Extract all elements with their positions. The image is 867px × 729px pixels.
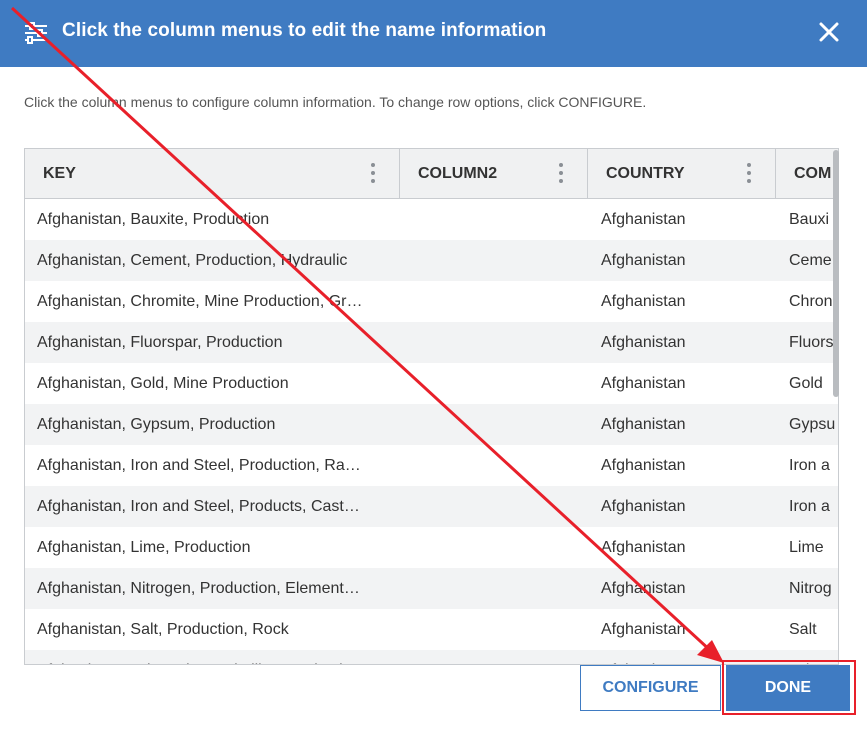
grid-body: Afghanistan, Bauxite, Production Afghani… bbox=[25, 199, 838, 664]
column-menu-icon[interactable] bbox=[745, 163, 753, 185]
cell-column2 bbox=[412, 363, 582, 404]
cell-key: Afghanistan, Nitrogen, Production, Eleme… bbox=[37, 580, 360, 597]
configure-button[interactable]: CONFIGURE bbox=[580, 665, 721, 711]
cell-column2 bbox=[412, 486, 582, 527]
cell-com: Iron a bbox=[789, 457, 830, 474]
cell-country: Afghanistan bbox=[601, 211, 686, 228]
table-row[interactable]: Afghanistan, Lime, Production Afghanista… bbox=[25, 527, 838, 568]
table-row[interactable]: Afghanistan, Iron and Steel, Production,… bbox=[25, 445, 838, 486]
column-header-key[interactable]: KEY bbox=[25, 149, 400, 199]
done-button[interactable]: DONE bbox=[726, 665, 850, 711]
column-menu-icon[interactable] bbox=[369, 163, 377, 185]
column-header-label: COLUMN2 bbox=[418, 165, 498, 182]
column-header-label: COUNTRY bbox=[606, 165, 685, 182]
cell-column2 bbox=[412, 568, 582, 609]
cell-column2 bbox=[412, 322, 582, 363]
table-row[interactable]: Afghanistan, Iron and Steel, Products, C… bbox=[25, 486, 838, 527]
cell-column2 bbox=[412, 445, 582, 486]
cell-key: Afghanistan, Gold, Mine Production bbox=[37, 375, 289, 392]
cell-country: Afghanistan bbox=[601, 416, 686, 433]
cell-country: Afghanistan bbox=[601, 457, 686, 474]
cell-column2 bbox=[412, 240, 582, 281]
table-row[interactable]: Afghanistan, Talc and pyrophyllite, Prod… bbox=[25, 650, 838, 664]
cell-com: Iron a bbox=[789, 498, 830, 515]
column-menu-icon[interactable] bbox=[557, 163, 565, 185]
cell-com: Talc bbox=[789, 650, 838, 664]
cell-com: Fluors bbox=[789, 334, 834, 351]
column-header-country[interactable]: COUNTRY bbox=[588, 149, 776, 199]
column-header-column2[interactable]: COLUMN2 bbox=[400, 149, 588, 199]
table-row[interactable]: Afghanistan, Salt, Production, Rock Afgh… bbox=[25, 609, 838, 650]
cell-com: Chron bbox=[789, 293, 833, 310]
instructions-text: Click the column menus to configure colu… bbox=[24, 94, 647, 110]
cell-column2 bbox=[412, 650, 582, 664]
table-row[interactable]: Afghanistan, Cement, Production, Hydraul… bbox=[25, 240, 838, 281]
data-grid: KEY COLUMN2 COUNTRY COM Afghanistan, Bau… bbox=[24, 148, 839, 665]
cell-country: Afghanistan bbox=[601, 621, 686, 638]
table-row[interactable]: Afghanistan, Fluorspar, Production Afgha… bbox=[25, 322, 838, 363]
cell-key: Afghanistan, Iron and Steel, Products, C… bbox=[37, 498, 360, 515]
column-header-com[interactable]: COM bbox=[776, 149, 838, 199]
cell-key: Afghanistan, Talc and pyrophyllite, Prod… bbox=[37, 650, 392, 664]
cell-key: Afghanistan, Salt, Production, Rock bbox=[37, 621, 289, 638]
cell-com: Bauxi bbox=[789, 211, 830, 228]
cell-country: Afghanistan bbox=[601, 293, 686, 310]
cell-country: Afghanistan bbox=[601, 650, 771, 664]
cell-column2 bbox=[412, 404, 582, 445]
cell-column2 bbox=[412, 281, 582, 322]
cell-country: Afghanistan bbox=[601, 252, 686, 269]
cell-country: Afghanistan bbox=[601, 375, 686, 392]
cell-key: Afghanistan, Fluorspar, Production bbox=[37, 334, 283, 351]
cell-com: Lime bbox=[789, 539, 824, 556]
cell-key: Afghanistan, Gypsum, Production bbox=[37, 416, 276, 433]
table-row[interactable]: Afghanistan, Gypsum, Production Afghanis… bbox=[25, 404, 838, 445]
cell-com: Nitrog bbox=[789, 580, 832, 597]
vertical-scrollbar[interactable] bbox=[833, 150, 839, 397]
table-row[interactable]: Afghanistan, Nitrogen, Production, Eleme… bbox=[25, 568, 838, 609]
close-icon[interactable] bbox=[816, 19, 842, 45]
sliders-icon bbox=[25, 22, 47, 44]
cell-com: Salt bbox=[789, 621, 817, 638]
dialog-title: Click the column menus to edit the name … bbox=[62, 20, 547, 41]
table-row[interactable]: Afghanistan, Chromite, Mine Production, … bbox=[25, 281, 838, 322]
cell-key: Afghanistan, Chromite, Mine Production, … bbox=[37, 293, 363, 310]
cell-column2 bbox=[412, 199, 582, 240]
cell-country: Afghanistan bbox=[601, 580, 686, 597]
cell-key: Afghanistan, Lime, Production bbox=[37, 539, 251, 556]
cell-key: Afghanistan, Bauxite, Production bbox=[37, 211, 270, 228]
table-row[interactable]: Afghanistan, Bauxite, Production Afghani… bbox=[25, 199, 838, 240]
cell-com: Ceme bbox=[789, 252, 832, 269]
dialog-header: Click the column menus to edit the name … bbox=[0, 0, 867, 67]
cell-country: Afghanistan bbox=[601, 334, 686, 351]
column-header-label: KEY bbox=[43, 165, 76, 182]
cell-key: Afghanistan, Cement, Production, Hydraul… bbox=[37, 252, 348, 269]
cell-key: Afghanistan, Iron and Steel, Production,… bbox=[37, 457, 361, 474]
table-row[interactable]: Afghanistan, Gold, Mine Production Afgha… bbox=[25, 363, 838, 404]
cell-column2 bbox=[412, 527, 582, 568]
cell-com: Gypsu bbox=[789, 416, 836, 433]
cell-column2 bbox=[412, 609, 582, 650]
cell-com: Gold bbox=[789, 375, 823, 392]
grid-header: KEY COLUMN2 COUNTRY COM bbox=[25, 149, 838, 199]
column-header-label: COM bbox=[794, 165, 832, 182]
cell-country: Afghanistan bbox=[601, 539, 686, 556]
cell-country: Afghanistan bbox=[601, 498, 686, 515]
